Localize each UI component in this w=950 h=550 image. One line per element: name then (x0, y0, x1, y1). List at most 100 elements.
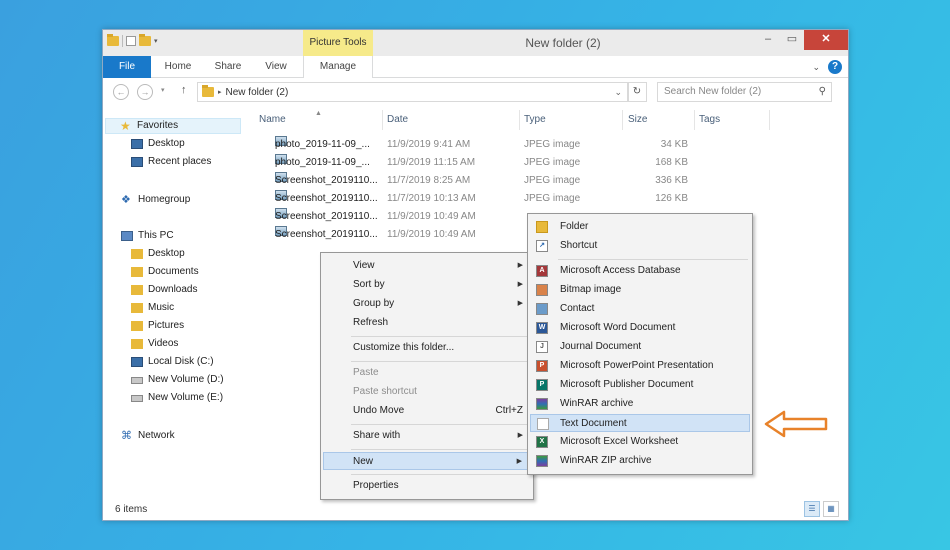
file-name: photo_2019-11-09_... (275, 139, 370, 150)
folder-icon (131, 303, 143, 313)
journal-icon: J (536, 341, 548, 353)
column-tags[interactable]: Tags (699, 114, 720, 125)
details-view-button[interactable]: ☰ (804, 501, 820, 517)
help-icon[interactable]: ? (828, 60, 842, 74)
maximize-button[interactable]: ▭ (780, 30, 804, 50)
submenu-arrow-icon: ▶ (517, 432, 523, 439)
keyboard-shortcut: Ctrl+Z (495, 405, 524, 416)
item-count: 6 items (115, 504, 148, 515)
menu-item-share-with[interactable]: Share with ▶ (323, 427, 531, 445)
folder-icon (131, 285, 143, 295)
nav-network[interactable]: ⌘ Network (121, 428, 175, 444)
refresh-button[interactable]: ↻ (627, 82, 647, 102)
table-row[interactable]: Screenshot_2019110... 11/7/2019 10:13 AM… (103, 190, 703, 208)
winrar-icon (536, 398, 548, 410)
submenu-item-folder[interactable]: Folder (530, 218, 750, 236)
forward-button[interactable]: → (137, 84, 153, 100)
column-divider[interactable] (519, 110, 520, 130)
back-button[interactable]: ← (113, 84, 129, 100)
column-divider[interactable] (694, 110, 695, 130)
submenu-item-journal-document[interactable]: J Journal Document (530, 338, 750, 356)
search-input[interactable]: Search New folder (2) ⚲ (657, 82, 832, 102)
network-icon: ⌘ (121, 430, 132, 442)
folder-icon[interactable] (107, 34, 119, 46)
address-dropdown-icon[interactable]: ⌄ (614, 87, 622, 98)
column-divider[interactable] (622, 110, 623, 130)
tab-share[interactable]: Share (205, 56, 251, 78)
submenu-item-winrar-archive[interactable]: WinRAR archive (530, 395, 750, 413)
tab-home[interactable]: Home (155, 56, 201, 78)
column-date[interactable]: Date (387, 114, 408, 125)
address-path[interactable]: New folder (2) (226, 87, 289, 98)
menu-item-refresh[interactable]: Refresh (323, 314, 531, 332)
menu-label: Share with (353, 430, 401, 441)
nav-label: Downloads (148, 284, 198, 295)
tab-manage[interactable]: Manage (303, 56, 373, 78)
address-box[interactable]: ▸ New folder (2) ⌄ (197, 82, 629, 102)
menu-item-sort-by[interactable]: Sort by ▶ (323, 276, 531, 294)
minimize-button[interactable]: – (756, 30, 780, 50)
file-date: 11/9/2019 11:15 AM (387, 157, 476, 168)
nav-item-volume-d[interactable]: New Volume (D:) (131, 372, 224, 388)
drive-icon (131, 394, 143, 402)
table-row[interactable]: photo_2019-11-09_... 11/9/2019 9:41 AM J… (103, 136, 703, 154)
menu-item-group-by[interactable]: Group by ▶ (323, 295, 531, 313)
expand-ribbon-icon[interactable]: ⌄ (812, 62, 820, 73)
file-size: 168 KB (655, 157, 688, 168)
submenu-item-word-document[interactable]: W Microsoft Word Document (530, 319, 750, 337)
submenu-item-publisher[interactable]: P Microsoft Publisher Document (530, 376, 750, 394)
nav-item-pictures[interactable]: Pictures (131, 318, 184, 334)
new-folder-icon[interactable] (139, 34, 151, 46)
submenu-item-contact[interactable]: Contact (530, 300, 750, 318)
column-type[interactable]: Type (524, 114, 546, 125)
nav-item-downloads[interactable]: Downloads (131, 282, 197, 298)
nav-item-music[interactable]: Music (131, 300, 174, 316)
menu-item-undo-move[interactable]: Undo Move Ctrl+Z (323, 402, 531, 420)
recent-locations-icon[interactable]: ▾ (161, 86, 165, 94)
menu-label: New (353, 456, 374, 467)
submenu-item-excel-worksheet[interactable]: X Microsoft Excel Worksheet (530, 433, 750, 451)
nav-item-videos[interactable]: Videos (131, 336, 178, 352)
nav-item-volume-e[interactable]: New Volume (E:) (131, 390, 223, 406)
menu-item-customize-folder[interactable]: Customize this folder... (323, 339, 531, 357)
menu-label: Microsoft Excel Worksheet (560, 436, 679, 447)
submenu-item-powerpoint[interactable]: P Microsoft PowerPoint Presentation (530, 357, 750, 375)
up-button[interactable]: ↑ (181, 84, 187, 96)
column-size[interactable]: Size (628, 114, 647, 125)
menu-item-paste-shortcut[interactable]: Paste shortcut (323, 383, 531, 401)
nav-item-desktop-pc[interactable]: Desktop (131, 246, 185, 262)
column-divider[interactable] (382, 110, 383, 130)
tab-view[interactable]: View (253, 56, 299, 78)
table-row[interactable]: Screenshot_2019110... 11/7/2019 8:25 AM … (103, 172, 703, 190)
tab-file[interactable]: File (103, 56, 151, 78)
large-icons-view-button[interactable]: ▦ (823, 501, 839, 517)
submenu-item-bitmap-image[interactable]: Bitmap image (530, 281, 750, 299)
qat-dropdown-icon[interactable]: ▾ (154, 37, 158, 45)
menu-label: Microsoft Publisher Document (560, 379, 694, 390)
close-button[interactable]: ✕ (804, 30, 848, 50)
drive-icon (131, 376, 143, 384)
menu-item-new[interactable]: New ▶ (323, 452, 531, 470)
menu-item-paste[interactable]: Paste (323, 364, 531, 382)
submenu-item-access-database[interactable]: A Microsoft Access Database (530, 262, 750, 280)
nav-label: Local Disk (C:) (148, 356, 214, 367)
file-name: Screenshot_2019110... (275, 211, 378, 222)
word-icon: W (536, 322, 548, 334)
nav-label: Videos (148, 338, 179, 349)
table-row[interactable]: photo_2019-11-09_... 11/9/2019 11:15 AM … (103, 154, 703, 172)
submenu-item-text-document[interactable]: Text Document (530, 414, 750, 432)
nav-item-documents[interactable]: Documents (131, 264, 199, 280)
status-bar: 6 items ☰ ▦ (103, 500, 848, 520)
submenu-item-shortcut[interactable]: ↗ Shortcut (530, 237, 750, 255)
column-name[interactable]: Name (259, 114, 286, 125)
menu-item-view[interactable]: View ▶ (323, 257, 531, 275)
file-date: 11/9/2019 9:41 AM (387, 139, 471, 150)
submenu-item-winrar-zip[interactable]: WinRAR ZIP archive (530, 452, 750, 470)
column-divider[interactable] (769, 110, 770, 130)
file-size: 34 KB (660, 139, 688, 150)
nav-label: New Volume (E:) (148, 392, 224, 403)
file-name: Screenshot_2019110... (275, 193, 378, 204)
menu-item-properties[interactable]: Properties (323, 477, 531, 495)
nav-item-local-disk-c[interactable]: Local Disk (C:) (131, 354, 214, 370)
properties-icon[interactable] (126, 36, 136, 46)
